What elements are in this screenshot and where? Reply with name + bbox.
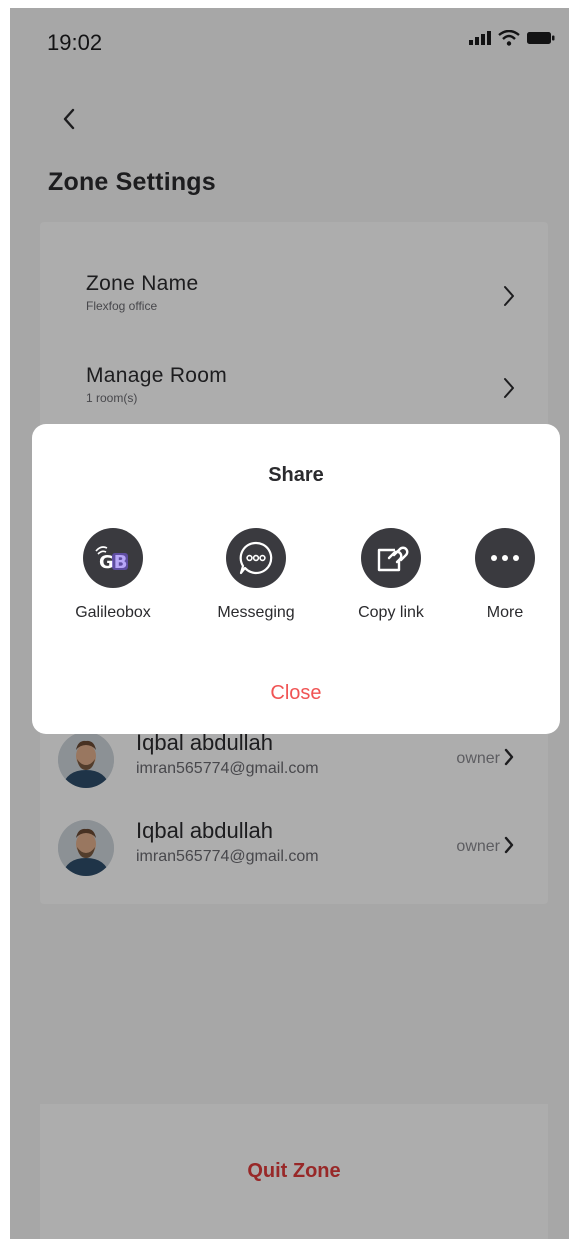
share-label: Copy link (358, 604, 424, 621)
share-label: Messeging (217, 604, 295, 621)
galileobox-icon: GB (83, 528, 143, 588)
message-icon (226, 528, 286, 588)
share-label: Galileobox (75, 604, 151, 621)
share-option-copy-link[interactable]: Copy link (331, 528, 451, 622)
close-button[interactable]: Close (32, 682, 560, 705)
share-option-galileobox[interactable]: GB Galileobox (53, 528, 173, 622)
share-sheet: Share GB Galileobox (32, 424, 560, 734)
share-option-messeging[interactable]: Messeging (196, 528, 316, 622)
share-option-more[interactable]: More (445, 528, 565, 622)
share-label: More (486, 604, 524, 621)
more-icon (475, 528, 535, 588)
share-title: Share (268, 464, 324, 486)
phone-screen: 19:02 Zone Settings Zone Name Flexfog of… (10, 8, 569, 1239)
copy-link-icon (361, 528, 421, 588)
